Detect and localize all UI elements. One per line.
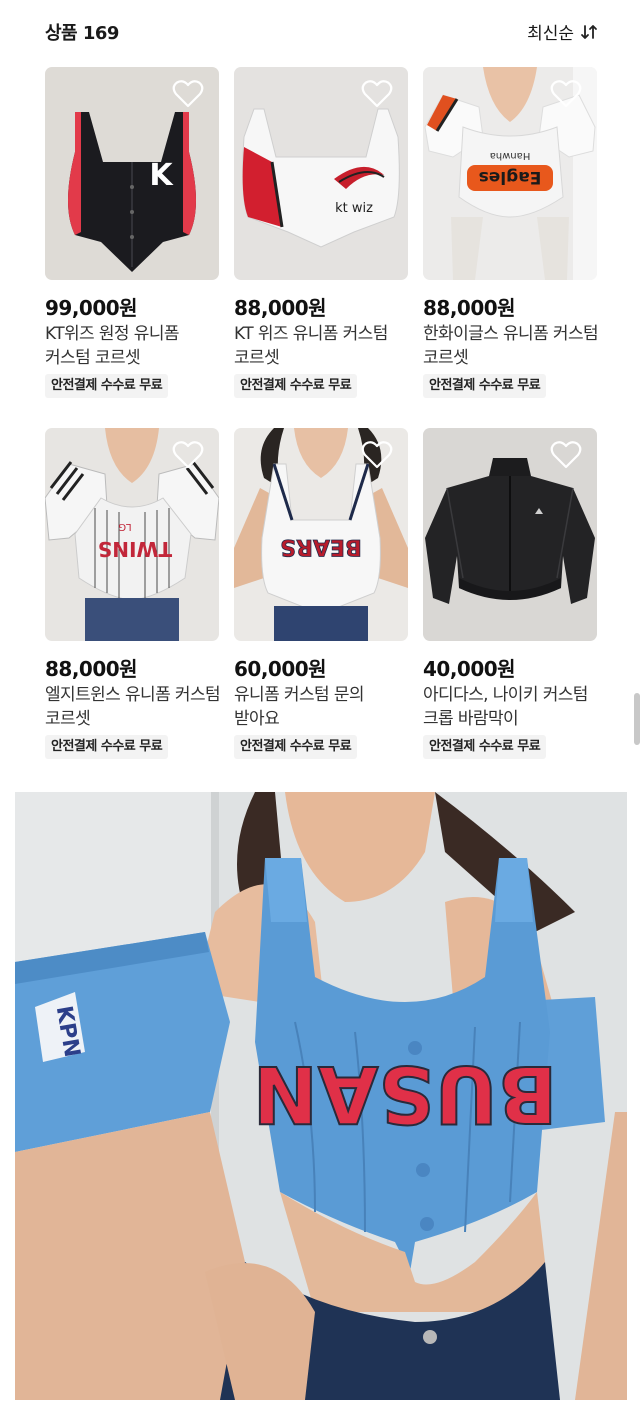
product-image[interactable]: BEARS [234, 428, 408, 641]
product-title[interactable]: KT 위즈 유니폼 커스텀 코르셋 [234, 322, 410, 370]
safe-payment-badge: 안전결제 수수료 무료 [234, 735, 358, 759]
product-price: 88,000원 [423, 296, 516, 320]
sort-arrows-icon [581, 24, 597, 39]
product-image[interactable]: Hanwha Eagles [423, 67, 597, 280]
product-title[interactable]: KT위즈 원정 유니폼 커스텀 코르셋 [45, 322, 221, 370]
sort-label: 최신순 [527, 24, 574, 44]
heart-icon[interactable] [361, 440, 393, 470]
sort-button[interactable]: 최신순 [527, 19, 598, 44]
p3-team: Eagles [479, 167, 542, 187]
p2-logo: kt wiz [335, 201, 373, 216]
p4-team: TWINS [98, 537, 172, 561]
p4-small: LG [118, 521, 131, 532]
product-title[interactable]: 엘지트윈스 유니폼 커스텀 코르셋 [45, 683, 221, 731]
heart-icon[interactable] [172, 440, 204, 470]
safe-payment-badge: 안전결제 수수료 무료 [45, 374, 169, 398]
product-price: 60,000원 [234, 657, 327, 681]
safe-payment-badge: 안전결제 수수료 무료 [234, 374, 358, 398]
hero-team-text: BUSAN [253, 1048, 558, 1138]
safe-payment-badge: 안전결제 수수료 무료 [423, 374, 547, 398]
scrollbar-thumb[interactable] [634, 693, 640, 745]
product-title[interactable]: 아디다스, 나이키 커스텀 크롭 바람막이 [423, 683, 599, 731]
heart-icon[interactable] [550, 79, 582, 109]
product-price: 99,000원 [45, 296, 138, 320]
product-title[interactable]: 한화이글스 유니폼 커스텀 코르셋 [423, 322, 599, 370]
list-header: 상품 169 최신순 [0, 0, 640, 62]
hero-product-photo: KPN BUSAN [15, 792, 627, 1400]
product-image[interactable]: LG TWINS [45, 428, 219, 641]
safe-payment-badge: 안전결제 수수료 무료 [423, 735, 547, 759]
heart-icon[interactable] [361, 79, 393, 109]
product-price: 40,000원 [423, 657, 516, 681]
product-title[interactable]: 유니폼 커스텀 문의 받아요 [234, 683, 410, 731]
p5-team: BEARS [280, 534, 362, 559]
product-count: 상품 169 [45, 23, 119, 44]
product-image[interactable]: K [45, 67, 219, 280]
product-price: 88,000원 [45, 657, 138, 681]
p3-brand: Hanwha [490, 150, 531, 161]
heart-icon[interactable] [172, 79, 204, 109]
safe-payment-badge: 안전결제 수수료 무료 [45, 735, 169, 759]
product-price: 88,000원 [234, 296, 327, 320]
product-image[interactable]: kt wiz [234, 67, 408, 280]
heart-icon[interactable] [550, 440, 582, 470]
p1-logo: K [149, 158, 174, 193]
product-image[interactable] [423, 428, 597, 641]
